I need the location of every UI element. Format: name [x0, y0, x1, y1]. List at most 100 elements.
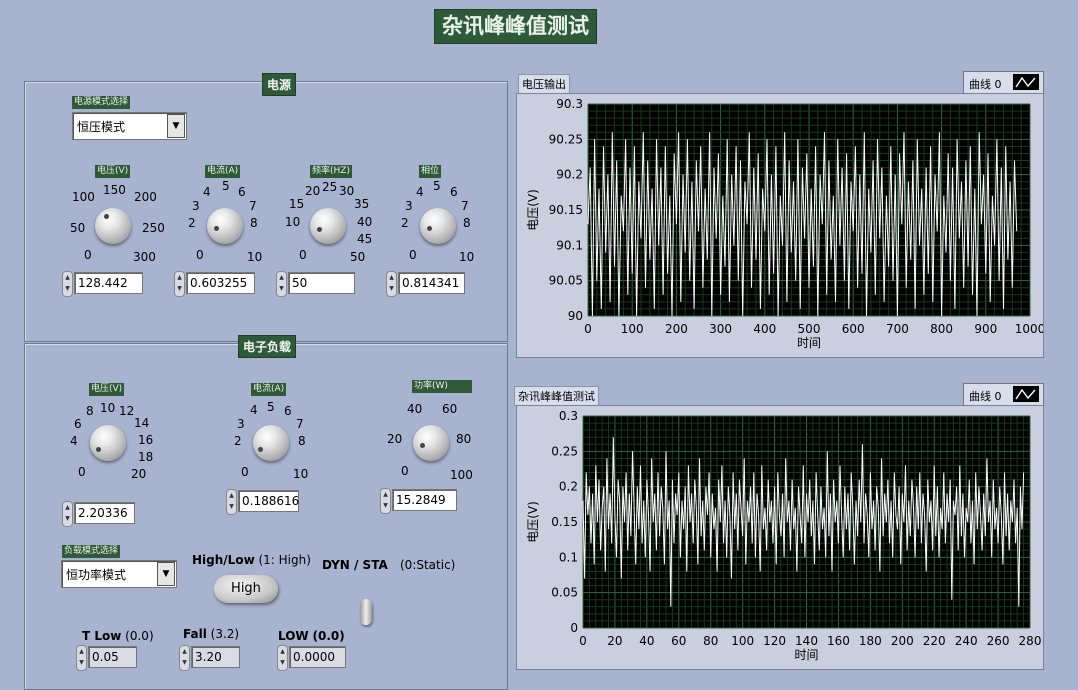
knob-tick: 35: [354, 197, 370, 211]
x-tick-label: 100: [621, 322, 644, 336]
spinner-icon[interactable]: ▲ ▼: [277, 645, 288, 671]
chart2-frame: 0 20 40 60 80 100 120 140 160 180 200 220 240 260 280 0…: [516, 405, 1044, 670]
power-voltage-knob[interactable]: [95, 208, 131, 244]
low-label: LOW: [278, 629, 309, 643]
knob-indicator: [427, 226, 432, 231]
tlow-hint: (0.0): [125, 629, 154, 643]
dyn-toggle-switch[interactable]: [360, 599, 372, 625]
line-plot-icon[interactable]: [1013, 74, 1039, 90]
load-current-numeric[interactable]: ▲ ▼ 0.188616: [226, 489, 300, 515]
spinner-icon[interactable]: ▲ ▼: [62, 271, 73, 297]
y-tick-label: 90.1: [556, 238, 583, 252]
y-tick-label: 0.15: [551, 515, 578, 529]
power-frequency-knob[interactable]: [310, 208, 346, 244]
knob-tick: 200: [134, 190, 157, 204]
x-tick-label: 200: [891, 634, 914, 648]
low-caption: LOW (0.0): [278, 629, 345, 643]
power-phase-numeric[interactable]: ▲ ▼ 0.814341: [386, 271, 468, 297]
load-voltage-value[interactable]: 2.20336: [74, 502, 135, 524]
load-power-numeric[interactable]: ▲ ▼ 15.2849: [380, 488, 460, 514]
highlow-label: High/Low: [192, 553, 255, 567]
spinner-icon[interactable]: ▲ ▼: [226, 489, 237, 515]
knob-tick: 3: [405, 199, 413, 213]
chart1-legend[interactable]: 曲线 0: [963, 71, 1044, 95]
load-current-knob[interactable]: [253, 425, 289, 461]
x-tick-label: 260: [987, 634, 1010, 648]
load-power-knob-label: 功率(W): [412, 380, 472, 393]
spinner-icon[interactable]: ▲ ▼: [179, 645, 190, 671]
knob-tick: 5: [433, 179, 441, 193]
fall-value[interactable]: 3.20: [191, 646, 240, 668]
chart1-title: 电压输出: [518, 74, 570, 94]
knob-tick: 0: [409, 248, 417, 262]
highlow-button[interactable]: High: [214, 575, 278, 603]
fall-numeric[interactable]: ▲ ▼ 3.20: [179, 645, 241, 671]
spinner-icon[interactable]: ▲ ▼: [386, 271, 397, 297]
tlow-value[interactable]: 0.05: [88, 646, 137, 668]
load-section-title: 电子负载: [238, 335, 297, 358]
knob-tick: 5: [222, 179, 230, 193]
knob-tick: 7: [461, 199, 469, 213]
knob-tick: 6: [74, 417, 82, 431]
x-tick-label: 500: [798, 322, 821, 336]
knob-tick: 250: [142, 221, 165, 235]
power-section-title: 电源: [262, 73, 297, 96]
chart2-legend[interactable]: 曲线 0: [963, 383, 1044, 407]
load-power-value[interactable]: 15.2849: [392, 489, 457, 511]
knob-tick: 18: [138, 450, 154, 464]
power-phase-value[interactable]: 0.814341: [398, 272, 465, 294]
power-mode-label: 电源模式选择: [72, 96, 131, 109]
knob-indicator: [96, 447, 101, 452]
chart1-svg[interactable]: 0 100 200 300 400 500 600 700 800 900 1000 90 90.05 9…: [517, 94, 1043, 357]
tlow-label: T Low: [82, 629, 122, 643]
knob-tick: 5: [267, 400, 275, 414]
power-frequency-value[interactable]: 50: [288, 272, 355, 294]
knob-tick: 50: [350, 250, 366, 264]
chevron-down-icon[interactable]: ▼: [157, 562, 175, 586]
spinner-icon[interactable]: ▲ ▼: [76, 645, 87, 671]
knob-tick: 7: [296, 417, 304, 431]
load-mode-dropdown[interactable]: 恒功率模式 ▼: [61, 560, 177, 588]
power-current-numeric[interactable]: ▲ ▼ 0.603255: [174, 271, 264, 297]
knob-tick: 20: [387, 432, 403, 446]
knob-tick: 6: [450, 185, 458, 199]
power-current-knob[interactable]: [207, 208, 243, 244]
knob-tick: 0: [241, 465, 249, 479]
spinner-icon[interactable]: ▲ ▼: [62, 501, 73, 527]
power-frequency-numeric[interactable]: ▲ ▼ 50: [276, 271, 360, 297]
chart2-svg[interactable]: 0 20 40 60 80 100 120 140 160 180 200 220 240 260 280 0…: [517, 406, 1043, 669]
knob-tick: 6: [238, 185, 246, 199]
load-voltage-knob[interactable]: [90, 425, 126, 461]
knob-tick: 0: [84, 248, 92, 262]
tlow-numeric[interactable]: ▲ ▼ 0.05: [76, 645, 138, 671]
chevron-down-icon[interactable]: ▼: [167, 114, 185, 138]
x-tick-label: 80: [703, 634, 718, 648]
power-voltage-value[interactable]: 128.442: [74, 272, 143, 294]
knob-tick: 0: [196, 248, 204, 262]
spinner-icon[interactable]: ▲ ▼: [174, 271, 185, 297]
x-tick-label: 700: [886, 322, 909, 336]
fall-label: Fall: [183, 627, 207, 641]
power-mode-dropdown[interactable]: 恒压模式 ▼: [72, 112, 187, 140]
knob-indicator: [420, 443, 425, 448]
low-value[interactable]: 0.0000: [289, 646, 346, 668]
load-power-knob[interactable]: [413, 425, 449, 461]
knob-tick: 10: [285, 215, 301, 229]
y-tick-label: 0: [570, 621, 578, 635]
load-voltage-numeric[interactable]: ▲ ▼ 2.20336: [62, 501, 138, 527]
spinner-icon[interactable]: ▲ ▼: [380, 488, 391, 514]
spinner-icon[interactable]: ▲ ▼: [276, 271, 287, 297]
low-numeric[interactable]: ▲ ▼ 0.0000: [277, 645, 346, 671]
power-voltage-numeric[interactable]: ▲ ▼ 128.442: [62, 271, 152, 297]
knob-tick: 2: [188, 216, 196, 230]
power-phase-knob[interactable]: [420, 208, 456, 244]
knob-tick: 14: [134, 416, 150, 430]
power-frequency-knob-label: 频率(HZ): [310, 165, 352, 178]
knob-indicator: [214, 226, 219, 231]
line-plot-icon[interactable]: [1013, 386, 1039, 402]
x-tick-label: 400: [753, 322, 776, 336]
load-current-value[interactable]: 0.188616: [238, 490, 299, 512]
x-tick-label: 0: [584, 322, 592, 336]
power-current-value[interactable]: 0.603255: [186, 272, 255, 294]
highlow-button-label: High: [231, 581, 261, 596]
